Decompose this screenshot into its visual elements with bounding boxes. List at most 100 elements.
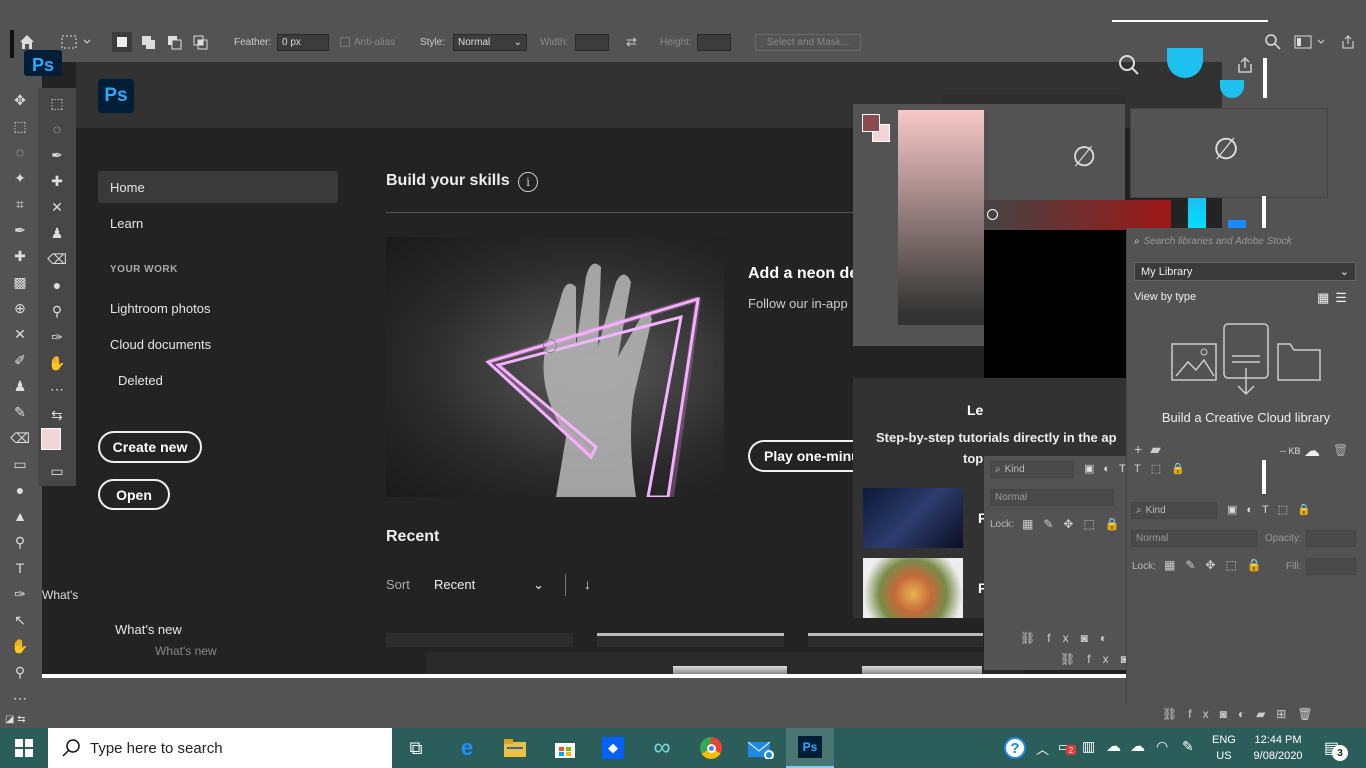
pen-icon[interactable]: ✎ — [1182, 738, 1194, 755]
marquee-preset-icon[interactable] — [60, 22, 92, 62]
style-select[interactable]: Normal ⌄ — [453, 33, 527, 51]
sidebar-item-learn[interactable]: Learn — [110, 216, 143, 231]
store-icon[interactable] — [541, 728, 589, 768]
library-select[interactable]: My Library ⌄ — [1134, 262, 1356, 281]
lasso-tool-icon[interactable]: ◌ — [8, 140, 32, 164]
saturation-field[interactable] — [898, 110, 984, 325]
sidebar-item-home[interactable]: Home — [110, 180, 145, 195]
swap-icon[interactable]: ⇄ — [626, 22, 637, 62]
intersect-selection-icon[interactable] — [192, 22, 210, 62]
quick-select-tool-icon[interactable]: ✦ — [8, 166, 32, 190]
blend-mode-select-b[interactable]: Normal — [1131, 530, 1257, 547]
ghost-hand-icon[interactable]: ✋ — [45, 351, 69, 375]
app-tray-icon[interactable]: ▥ — [1082, 738, 1095, 755]
content-aware-icon[interactable]: ⊕ — [8, 296, 32, 320]
mail-icon[interactable] — [737, 728, 785, 768]
new-selection-icon[interactable] — [112, 22, 132, 62]
patch-tool-icon[interactable]: ▩ — [8, 270, 32, 294]
ghost-lasso-icon[interactable]: ◌ — [45, 117, 69, 141]
windows-start-icon[interactable] — [0, 728, 48, 768]
anti-alias-checkbox[interactable]: Anti-alias — [340, 22, 395, 62]
library-add-icons[interactable]: +▰ — [1134, 441, 1169, 458]
ghost-marquee-icon[interactable]: ⬚ — [45, 91, 69, 115]
recent-file-card[interactable] — [597, 633, 784, 647]
move-tool-icon[interactable]: ✥ — [8, 88, 32, 112]
workspace-icon[interactable] — [1294, 22, 1324, 62]
ghost-eraser-icon[interactable]: ⌫ — [45, 247, 69, 271]
kind-filter[interactable]: ⌕ Kind — [990, 461, 1074, 478]
width-input[interactable] — [575, 33, 609, 51]
pen-tool-icon[interactable]: ✑ — [8, 582, 32, 606]
ghost-mode-icon[interactable]: ▭ — [45, 459, 69, 483]
recent-file-card[interactable] — [386, 633, 573, 647]
more-tools-icon[interactable]: ⋯ — [8, 686, 32, 710]
type-tool-icon[interactable]: T — [8, 556, 32, 580]
feature-image[interactable] — [386, 237, 724, 497]
chrome-icon[interactable] — [687, 728, 735, 768]
header-share-icon[interactable] — [1236, 56, 1254, 79]
path-select-icon[interactable]: ↖ — [8, 608, 32, 632]
zoom-tool-icon[interactable]: ⚲ — [8, 660, 32, 684]
ghost-zoom-icon[interactable]: ⚲ — [45, 299, 69, 323]
chevron-up-icon[interactable]: ︿ — [1036, 739, 1049, 758]
select-and-mask-button[interactable]: Select and Mask... — [755, 33, 861, 51]
foreground-swatch[interactable] — [862, 114, 880, 132]
file-explorer-icon[interactable] — [491, 728, 539, 768]
photoshop-taskbar-icon[interactable]: Ps — [786, 728, 834, 768]
sort-direction-icon[interactable]: ↓ — [584, 576, 591, 592]
sidebar-item-cloud-documents[interactable]: Cloud documents — [110, 337, 211, 352]
language-indicator[interactable]: ENG US — [1212, 732, 1236, 764]
dodge-tool-icon[interactable]: ⚲ — [8, 530, 32, 554]
ghost-stamp-icon[interactable]: ♟ — [45, 221, 69, 245]
brush-tool-icon[interactable]: ✐ — [8, 348, 32, 372]
trash-icon[interactable]: 🗑 — [1333, 443, 1348, 457]
edge-icon[interactable]: e — [443, 728, 491, 768]
hand-tool-icon[interactable]: ✋ — [8, 634, 32, 658]
blur-tool-icon[interactable]: ● — [8, 478, 32, 502]
view-toggle-icons[interactable]: ▦☰ — [1317, 290, 1353, 306]
info-icon[interactable]: i — [518, 172, 538, 192]
gradient-tool-icon[interactable]: ▭ — [8, 452, 32, 476]
red-eye-icon[interactable]: ✕ — [8, 322, 32, 346]
layer-filter-icons-b[interactable]: ▣◐T⬚🔒 — [1227, 503, 1320, 516]
ghost-swap-icon[interactable]: ⇆ — [45, 403, 69, 427]
lock-icons-b[interactable]: ▦✎✥⬚🔒 — [1164, 558, 1272, 572]
onedrive-icon[interactable]: ☁ — [1130, 737, 1145, 755]
ghost-eyedropper-icon[interactable]: ✒ — [45, 143, 69, 167]
eraser-tool-icon[interactable]: ⌫ — [8, 426, 32, 450]
kind-filter-b[interactable]: ⌕ Kind — [1131, 502, 1217, 519]
history-brush-icon[interactable]: ✎ — [8, 400, 32, 424]
view-by-type[interactable]: View by type — [1134, 291, 1196, 303]
hue-gradient[interactable] — [984, 200, 1171, 230]
dropbox-icon[interactable]: ◆ — [589, 728, 637, 768]
wifi-icon[interactable]: ◠ — [1156, 738, 1168, 755]
color-cursor[interactable] — [987, 209, 998, 220]
search-icon[interactable] — [1265, 22, 1281, 62]
header-search-icon[interactable] — [1118, 54, 1140, 81]
height-input[interactable] — [697, 33, 731, 51]
eyedropper-tool-icon[interactable]: ✒ — [8, 218, 32, 242]
layer-actions-icons[interactable]: ⛓fx◙◐ — [1020, 631, 1119, 645]
share-icon[interactable] — [1340, 22, 1356, 62]
task-view-icon[interactable]: ⧉ — [392, 728, 440, 768]
ghost-pen-icon[interactable]: ✑ — [45, 325, 69, 349]
default-colors-icon[interactable]: ◪ ⇆ — [5, 714, 26, 725]
lock-icons[interactable]: ▦✎✥⬚🔒 — [1022, 517, 1130, 531]
sort-select[interactable]: Recent ⌄ — [434, 577, 544, 593]
tutorial-thumb[interactable] — [863, 488, 963, 548]
library-search[interactable]: ⌕ Search libraries and Adobe Stock — [1134, 236, 1292, 247]
infinity-app-icon[interactable]: ∞ — [638, 728, 686, 768]
taskbar-search[interactable]: Type here to search — [48, 728, 392, 768]
ghost-healing-icon[interactable]: ✚ — [45, 169, 69, 193]
recent-file-card[interactable] — [808, 633, 983, 647]
whats-new-link[interactable]: What's new — [115, 622, 182, 637]
cloud-tray-icon[interactable]: ☁ — [1106, 737, 1121, 755]
sharpen-tool-icon[interactable]: ▲ — [8, 504, 32, 528]
tutorial-thumb[interactable] — [863, 558, 963, 618]
add-selection-icon[interactable] — [140, 22, 158, 62]
ghost-content-aware-icon[interactable]: ✕ — [45, 195, 69, 219]
crop-tool-icon[interactable]: ⌗ — [8, 192, 32, 216]
sidebar-item-deleted[interactable]: Deleted — [118, 373, 163, 388]
ghost-more-icon[interactable]: ⋯ — [45, 377, 69, 401]
opacity-input[interactable] — [1306, 530, 1356, 547]
